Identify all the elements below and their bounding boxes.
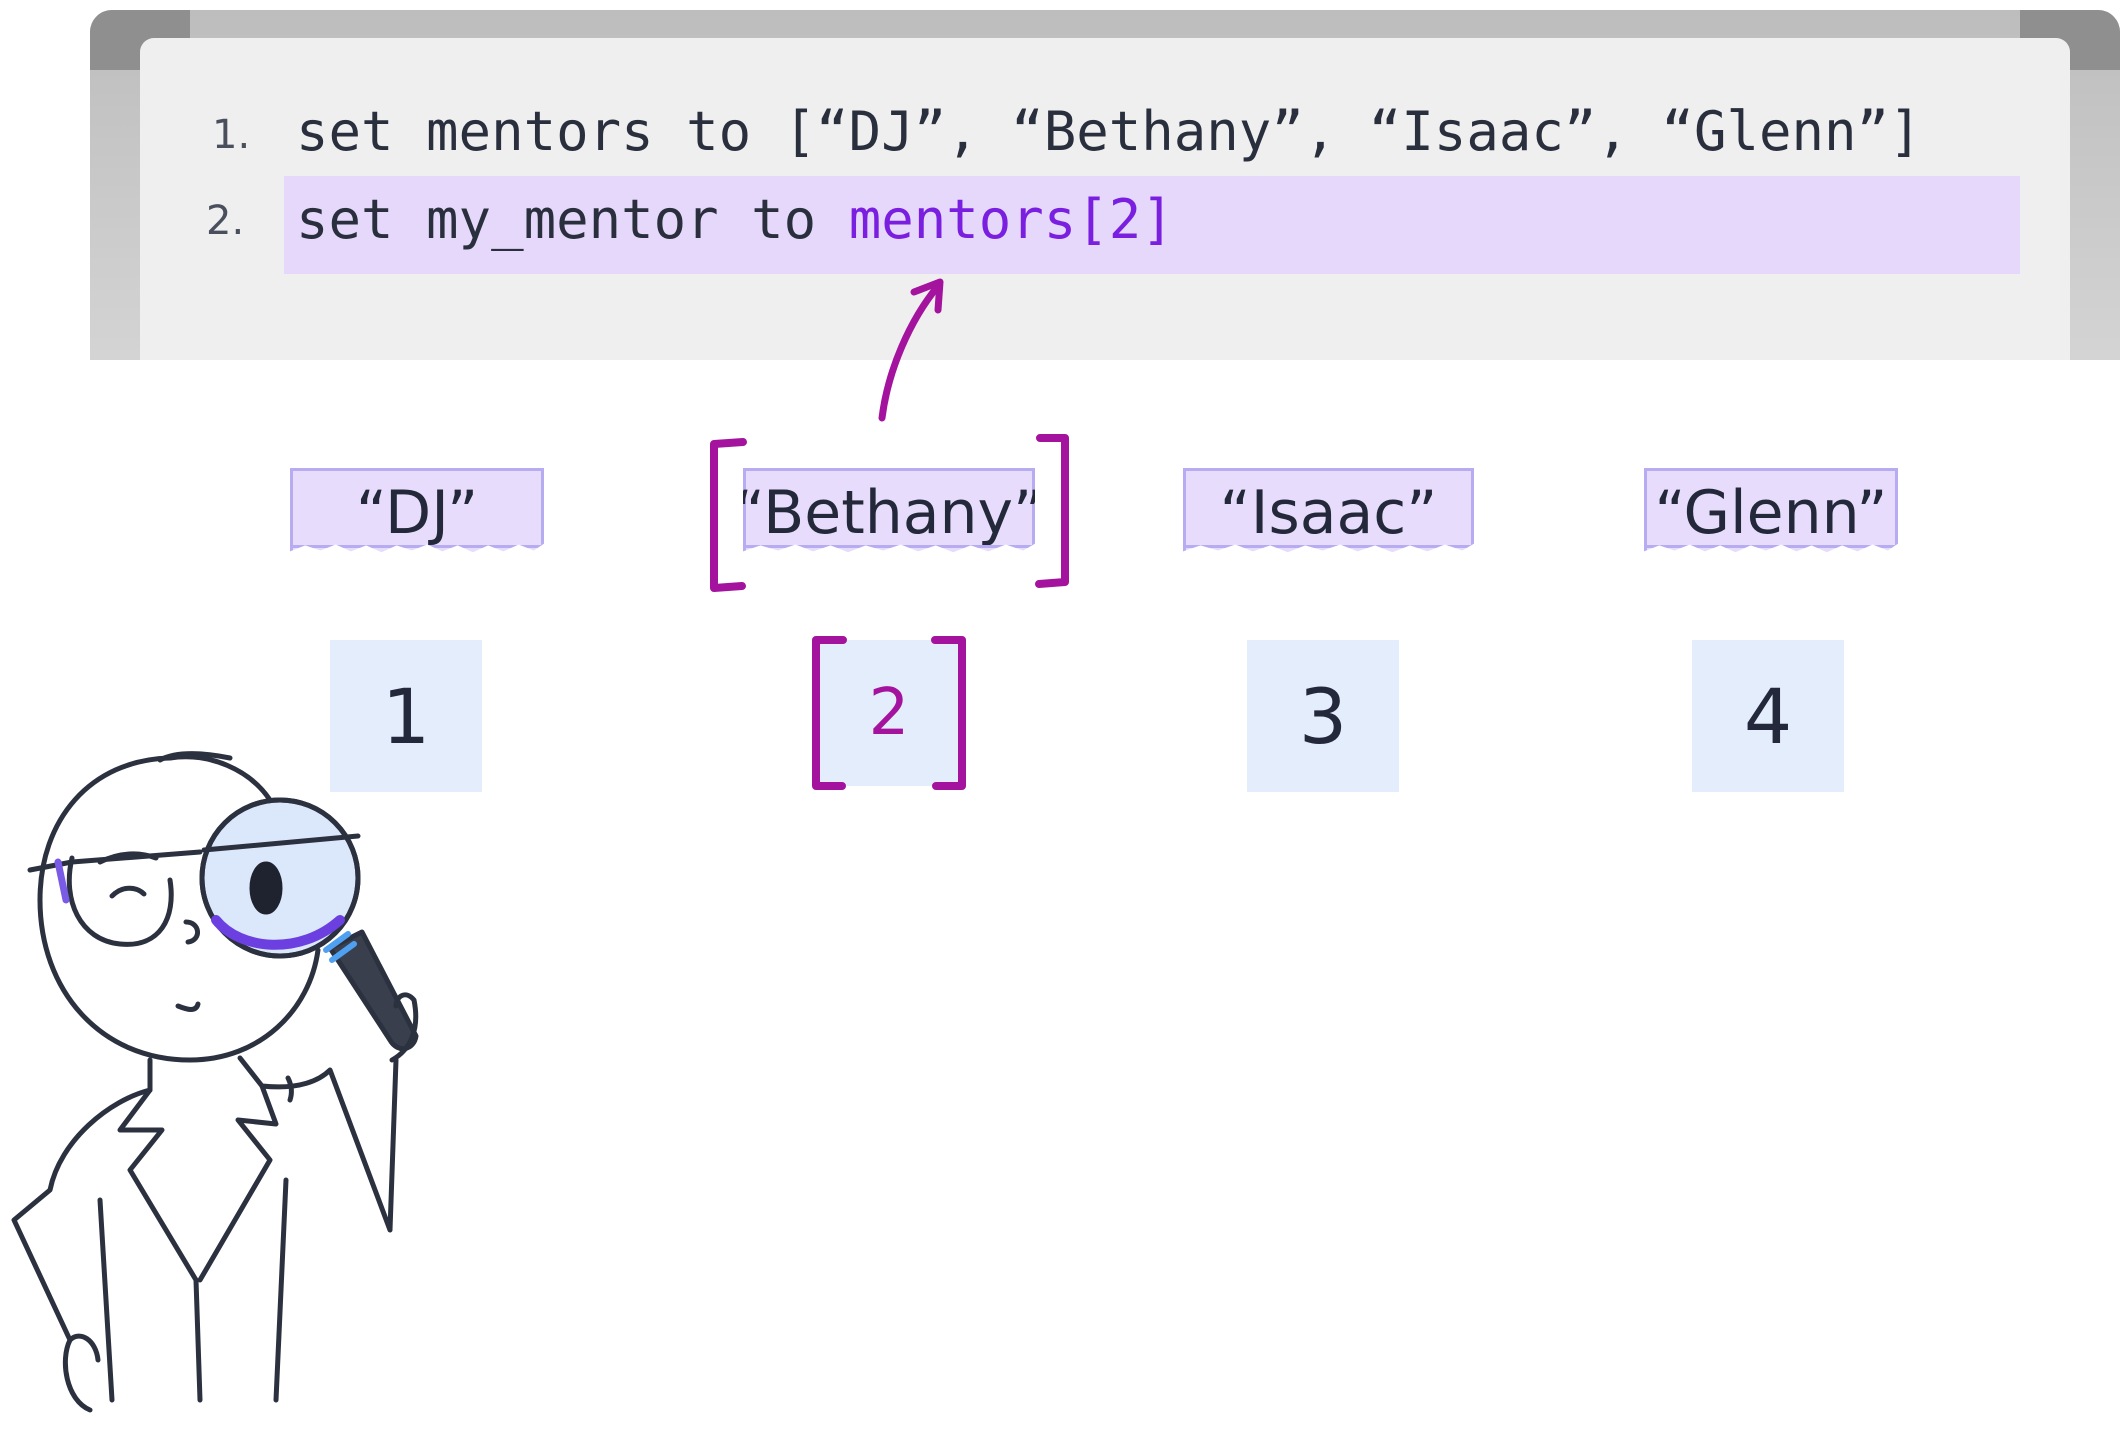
- selection-bracket-index: [812, 636, 966, 790]
- drawing-overlay: [11, 278, 1069, 1413]
- arrow-up-icon: [878, 278, 944, 422]
- selection-bracket-tag: [710, 434, 1069, 592]
- diagram-canvas: 1. set mentors to [“DJ”, “Bethany”, “Isa…: [0, 0, 2125, 1438]
- scientist-with-magnifying-glass-icon: [11, 751, 419, 1413]
